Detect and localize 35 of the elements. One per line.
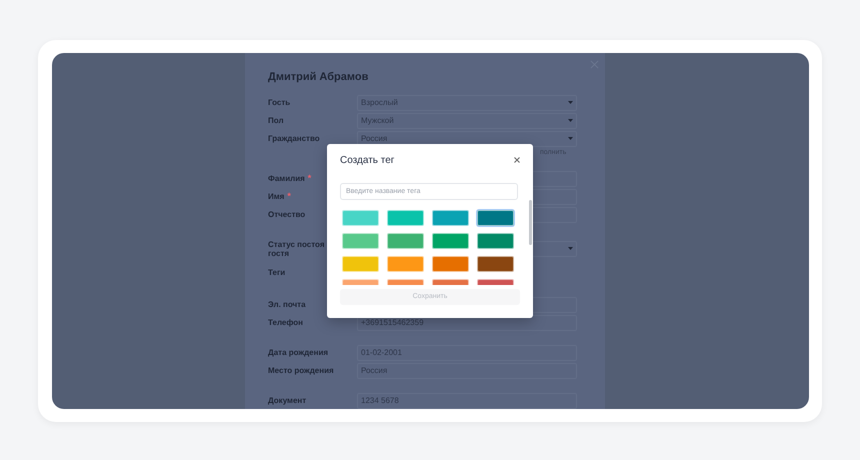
color-swatch[interactable]: [342, 233, 379, 249]
caret-icon: [568, 101, 573, 104]
panel-title: Дмитрий Абрамов: [268, 70, 370, 85]
field-label: Статус постоя гостя: [268, 240, 325, 258]
scrollbar[interactable]: [529, 200, 532, 245]
field-label: Документ: [268, 396, 306, 405]
caret-icon: [568, 247, 573, 250]
field-label: Место рождения: [268, 366, 334, 375]
caret-icon: [568, 137, 573, 140]
field-label: Гражданство: [268, 134, 320, 143]
color-swatch[interactable]: [432, 210, 469, 226]
field-label: Отчество: [268, 210, 306, 219]
caret-icon: [568, 119, 573, 122]
field-label: Пол: [268, 116, 284, 125]
color-swatch[interactable]: [432, 233, 469, 249]
required-mark: *: [287, 191, 291, 201]
color-swatch[interactable]: [342, 210, 379, 226]
field-label: Теги: [268, 268, 286, 277]
color-swatch[interactable]: [387, 256, 424, 272]
field-label: Эл. почта: [268, 300, 306, 309]
color-swatch[interactable]: [477, 233, 514, 249]
field-label: Телефон: [268, 318, 303, 327]
field-label: Дата рождения: [268, 348, 328, 357]
color-swatch[interactable]: [477, 256, 514, 272]
color-swatch[interactable]: [342, 256, 379, 272]
field-label: Имя: [268, 192, 284, 201]
dialog-title: Создать тег: [340, 155, 394, 167]
field-label: Фамилия: [268, 174, 305, 183]
close-icon[interactable]: [514, 157, 520, 163]
required-mark: *: [308, 173, 312, 183]
color-swatch[interactable]: [387, 210, 424, 226]
color-swatch[interactable]: [387, 233, 424, 249]
color-swatch[interactable]: [477, 210, 514, 226]
color-swatch[interactable]: [432, 256, 469, 272]
field-label: Гость: [268, 98, 290, 107]
